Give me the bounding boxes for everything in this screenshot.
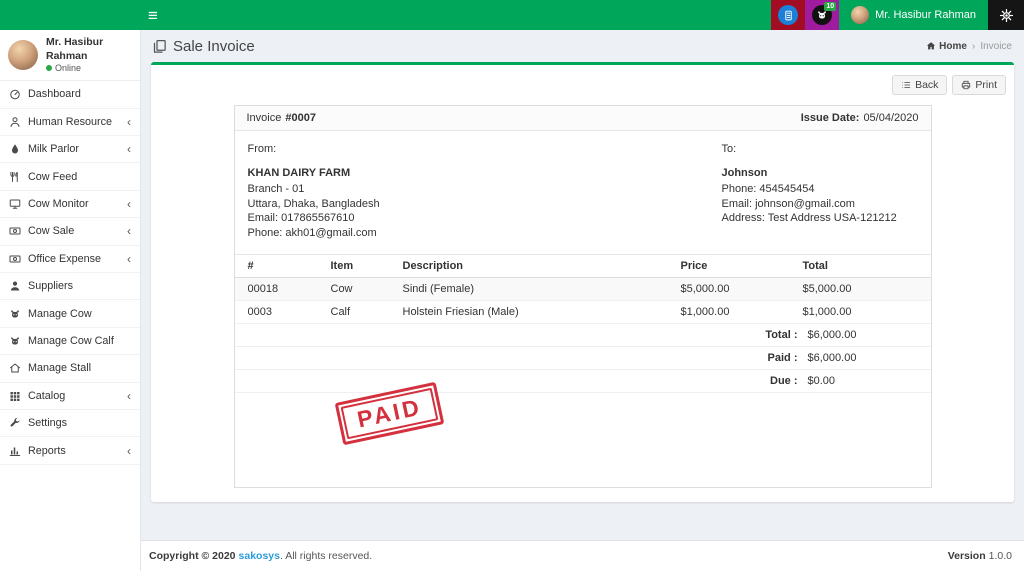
sidebar-item-human-resource[interactable]: Human Resource ‹: [0, 109, 140, 136]
back-button[interactable]: Back: [892, 75, 947, 95]
gear-icon: [999, 8, 1014, 23]
to-name: Johnson: [722, 166, 918, 181]
navbar-user-menu[interactable]: Mr. Hasibur Rahman: [839, 0, 988, 30]
summary-paid-row: Paid : $6,000.00: [235, 347, 931, 370]
tachometer-icon: [9, 88, 21, 100]
cow-icon: [9, 335, 21, 347]
user-icon: [9, 116, 21, 128]
cow-icon: [9, 308, 21, 320]
breadcrumb: Home › Invoice: [926, 41, 1012, 52]
invoice-to: To: Johnson Phone: 454545454 Email: john…: [722, 142, 918, 241]
utensils-icon: [9, 171, 21, 183]
invoice-number: Invoice #0007: [247, 112, 316, 124]
notification-badge: 10: [824, 2, 836, 11]
settings-gear-button[interactable]: [988, 0, 1024, 30]
grid-icon: [9, 390, 21, 402]
sidebar-item-reports[interactable]: Reports ‹: [0, 437, 140, 464]
sidebar-item-manage-cow-calf[interactable]: Manage Cow Calf: [0, 328, 140, 355]
sidebar-user-name: Mr. Hasibur Rahman: [46, 36, 132, 63]
footer-company-link[interactable]: sakosys: [239, 550, 280, 562]
list-icon: [901, 80, 911, 90]
invoice-items-table: # Item Description Price Total 00018 Cow…: [235, 254, 931, 324]
table-row: 0003 Calf Holstein Friesian (Male) $1,00…: [235, 301, 931, 324]
printer-icon: [961, 80, 971, 90]
sidebar-item-catalog[interactable]: Catalog ‹: [0, 383, 140, 410]
user-avatar[interactable]: [8, 40, 38, 70]
breadcrumb-separator-icon: ›: [972, 41, 975, 52]
content-header: Sale Invoice Home › Invoice: [141, 30, 1024, 62]
table-row: 00018 Cow Sindi (Female) $5,000.00 $5,00…: [235, 278, 931, 301]
footer: Copyright © 2020 sakosys . All rights re…: [141, 540, 1024, 571]
breadcrumb-current: Invoice: [980, 41, 1012, 52]
hamburger-icon[interactable]: ≡: [148, 7, 158, 24]
home-icon: [926, 41, 936, 51]
sidebar-item-dashboard[interactable]: Dashboard: [0, 81, 140, 108]
chevron-left-icon: ‹: [127, 253, 131, 265]
invoice-box: Invoice #0007 Issue Date: 05/04/2020 Fro…: [234, 105, 932, 488]
sidebar-item-suppliers[interactable]: Suppliers: [0, 273, 140, 300]
sidebar-user-panel: Mr. Hasibur Rahman Online: [0, 30, 140, 81]
money-bill-icon: [9, 225, 21, 237]
chevron-left-icon: ‹: [127, 116, 131, 128]
sidebar-item-cow-monitor[interactable]: Cow Monitor ‹: [0, 191, 140, 218]
invoice-parties: From: KHAN DAIRY FARM Branch - 01 Uttara…: [235, 131, 931, 254]
invoice-issue-date: Issue Date: 05/04/2020: [801, 112, 919, 124]
breadcrumb-home[interactable]: Home: [926, 41, 967, 52]
sidebar-item-milk-parlor[interactable]: Milk Parlor ‹: [0, 136, 140, 163]
chevron-left-icon: ‹: [127, 198, 131, 210]
navbar-user-name: Mr. Hasibur Rahman: [875, 9, 976, 21]
user-solid-icon: [9, 280, 21, 292]
summary-due-row: Due : $0.00: [235, 370, 931, 393]
main-content: Sale Invoice Home › Invoice Back Print: [141, 30, 1024, 571]
from-name: KHAN DAIRY FARM: [248, 166, 722, 181]
chart-bar-icon: [9, 445, 21, 457]
chevron-left-icon: ‹: [127, 143, 131, 155]
footer-copyright: Copyright © 2020 sakosys . All rights re…: [149, 550, 372, 562]
monitor-icon: [9, 198, 21, 210]
calculator-icon: [778, 5, 798, 25]
sidebar-item-cow-feed[interactable]: Cow Feed: [0, 163, 140, 190]
summary-total-row: Total : $6,000.00: [235, 324, 931, 347]
sidebar-item-settings[interactable]: Settings: [0, 410, 140, 437]
card-actions: Back Print: [892, 75, 1006, 95]
table-header-row: # Item Description Price Total: [235, 255, 931, 278]
navbar-right: 10 Mr. Hasibur Rahman: [771, 0, 1024, 30]
sidebar-item-office-expense[interactable]: Office Expense ‹: [0, 246, 140, 273]
print-button[interactable]: Print: [952, 75, 1006, 95]
chevron-left-icon: ‹: [127, 390, 131, 402]
sidebar-user-status: Online: [46, 63, 132, 73]
droplet-icon: [9, 143, 21, 155]
sidebar: Mr. Hasibur Rahman Online Dashboard Huma…: [0, 30, 141, 571]
content-spacer: [141, 502, 1024, 540]
avatar: [851, 6, 869, 24]
sidebar-item-cow-sale[interactable]: Cow Sale ‹: [0, 218, 140, 245]
sidebar-item-manage-stall[interactable]: Manage Stall: [0, 355, 140, 382]
top-navbar: ≡ 10 Mr. Hasibur Rahman: [0, 0, 1024, 30]
chevron-left-icon: ‹: [127, 225, 131, 237]
cow-notifications-button[interactable]: 10: [805, 0, 839, 30]
page-title: Sale Invoice: [152, 38, 255, 55]
copy-file-icon: [152, 39, 167, 54]
money-bill-icon: [9, 253, 21, 265]
footer-version: Version 1.0.0: [948, 550, 1012, 562]
invoice-from: From: KHAN DAIRY FARM Branch - 01 Uttara…: [248, 142, 722, 241]
calculator-button[interactable]: [771, 0, 805, 30]
invoice-card: Back Print Invoice #0007 Issue Date: 05/…: [151, 62, 1014, 502]
home-icon: [9, 362, 21, 374]
sidebar-item-manage-cow[interactable]: Manage Cow: [0, 300, 140, 327]
chevron-left-icon: ‹: [127, 445, 131, 457]
online-dot-icon: [46, 65, 52, 71]
invoice-header: Invoice #0007 Issue Date: 05/04/2020: [235, 106, 931, 131]
wrench-icon: [9, 417, 21, 429]
